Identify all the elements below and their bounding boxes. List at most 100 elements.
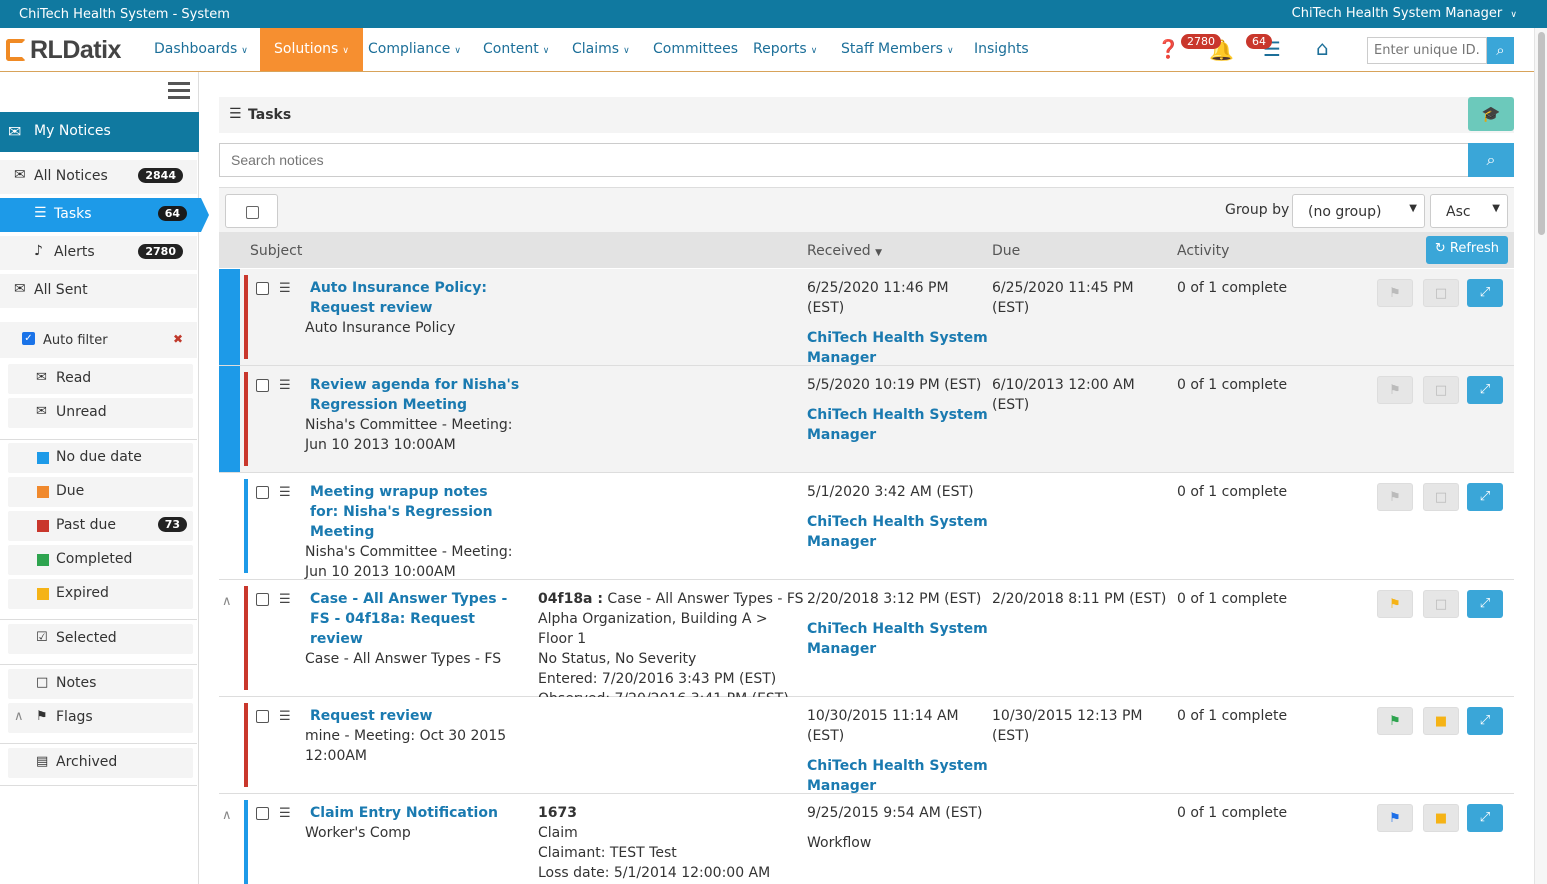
expand-button[interactable]: ⤢ bbox=[1467, 376, 1503, 404]
app-logo[interactable]: RLDatix bbox=[6, 36, 121, 65]
home-icon[interactable]: ⌂ bbox=[1316, 36, 1329, 60]
hamburger-menu-icon[interactable] bbox=[168, 82, 190, 103]
refresh-button[interactable]: ↻ Refresh bbox=[1425, 236, 1508, 264]
chevron-up-icon[interactable]: ∧ bbox=[222, 808, 232, 823]
nav-item-content[interactable]: Content ∨ bbox=[483, 28, 549, 71]
expand-button[interactable]: ⤢ bbox=[1467, 804, 1503, 832]
unique-id-search-input[interactable] bbox=[1367, 37, 1487, 64]
filter-no-due-date[interactable]: No due date bbox=[8, 443, 193, 473]
unique-id-search-button[interactable]: ⌕ bbox=[1487, 37, 1514, 64]
search-notices-input[interactable] bbox=[219, 143, 1469, 177]
column-header-activity[interactable]: Activity bbox=[1177, 243, 1229, 259]
nav-item-compliance[interactable]: Compliance ∨ bbox=[368, 28, 461, 71]
note-button[interactable]: □ bbox=[1423, 590, 1459, 618]
chevron-up-icon[interactable]: ∧ bbox=[14, 709, 24, 724]
envelope-icon: ✉ bbox=[14, 167, 26, 183]
flag-button[interactable]: ⚑ bbox=[1377, 590, 1413, 618]
nav-item-claims[interactable]: Claims ∨ bbox=[572, 28, 630, 71]
row-checkbox[interactable] bbox=[256, 593, 269, 606]
subject-link[interactable]: Claim Entry Notification bbox=[310, 803, 520, 823]
page-scrollbar[interactable] bbox=[1534, 28, 1547, 884]
sidebar-item-alerts[interactable]: ♪ Alerts 2780 bbox=[0, 236, 197, 270]
subject-link[interactable]: Meeting wrapup notes for: Nisha's Regres… bbox=[310, 482, 520, 542]
user-menu[interactable]: ChiTech Health System Manager ∨ bbox=[1292, 6, 1517, 21]
filter-selected[interactable]: ☑ Selected bbox=[8, 624, 193, 654]
row-checkbox[interactable] bbox=[256, 486, 269, 499]
auto-filter-checkbox[interactable]: ✓ bbox=[22, 332, 35, 345]
table-row[interactable]: ∧ ☰ Claim Entry Notification Worker's Comp 1… bbox=[219, 794, 1514, 884]
flag-icon: ⚑ bbox=[1389, 714, 1401, 729]
column-header-due[interactable]: Due bbox=[992, 243, 1020, 259]
table-row[interactable]: ☰ Meeting wrapup notes for: Nisha's Regre… bbox=[219, 473, 1514, 580]
filter-archived[interactable]: ▤ Archived bbox=[8, 748, 193, 778]
note-button[interactable]: □ bbox=[1423, 376, 1459, 404]
clear-filter-icon[interactable]: ✖ bbox=[173, 332, 183, 346]
filter-flags[interactable]: ∧ ⚑ Flags bbox=[8, 703, 193, 733]
column-header-received[interactable]: Received ▼ bbox=[807, 243, 882, 259]
help-icon[interactable]: ❓ bbox=[1157, 39, 1179, 60]
auto-filter-toggle[interactable]: ✓ Auto filter ✖ bbox=[0, 322, 197, 358]
subject-link[interactable]: Case - All Answer Types - FS - 04f18a: R… bbox=[310, 589, 520, 649]
sender-link[interactable]: ChiTech Health System Manager bbox=[807, 512, 989, 552]
nav-item-insights[interactable]: Insights bbox=[974, 28, 1029, 71]
scrollbar-thumb[interactable] bbox=[1538, 32, 1545, 235]
flag-button[interactable]: ⚑ bbox=[1377, 483, 1413, 511]
note-button[interactable]: □ bbox=[1423, 483, 1459, 511]
table-row[interactable]: ☰ Request review mine - Meeting: Oct 30 20… bbox=[219, 697, 1514, 794]
search-notices-button[interactable]: ⌕ bbox=[1468, 143, 1514, 177]
task-list-icon: ☰ bbox=[279, 378, 291, 393]
checkbox-checked-icon: ☑ bbox=[36, 630, 48, 645]
nav-item-staff-members[interactable]: Staff Members ∨ bbox=[841, 28, 954, 71]
task-list-icon: ☰ bbox=[279, 709, 291, 724]
table-row[interactable]: ☰ Auto Insurance Policy: Request review Au… bbox=[219, 269, 1514, 366]
chevron-up-icon[interactable]: ∧ bbox=[222, 594, 232, 609]
row-checkbox[interactable] bbox=[256, 710, 269, 723]
sidebar-item-all-notices[interactable]: ✉ All Notices 2844 bbox=[0, 160, 197, 194]
nav-item-committees[interactable]: Committees bbox=[653, 28, 738, 71]
nav-item-dashboards[interactable]: Dashboards ∨ bbox=[154, 28, 248, 71]
flag-button[interactable]: ⚑ bbox=[1377, 707, 1413, 735]
flag-icon: ⚑ bbox=[1389, 811, 1401, 826]
nav-item-solutions[interactable]: Solutions ∨ bbox=[260, 28, 363, 71]
subject-link[interactable]: Review agenda for Nisha's Regression Mee… bbox=[310, 375, 520, 415]
sender-link: Workflow bbox=[807, 835, 872, 851]
expand-button[interactable]: ⤢ bbox=[1467, 707, 1503, 735]
sender-link[interactable]: ChiTech Health System Manager bbox=[807, 619, 989, 659]
flag-button[interactable]: ⚑ bbox=[1377, 279, 1413, 307]
training-button[interactable]: 🎓 bbox=[1468, 97, 1514, 131]
column-header-subject[interactable]: Subject bbox=[250, 243, 302, 259]
nav-item-reports[interactable]: Reports ∨ bbox=[753, 28, 817, 71]
group-by-label: Group by bbox=[1225, 202, 1290, 218]
row-checkbox[interactable] bbox=[256, 379, 269, 392]
expand-button[interactable]: ⤢ bbox=[1467, 279, 1503, 307]
sort-order-select[interactable]: Asc ▼ bbox=[1430, 194, 1508, 228]
subject-link[interactable]: Auto Insurance Policy: Request review bbox=[310, 278, 520, 318]
row-checkbox[interactable] bbox=[256, 282, 269, 295]
filter-notes[interactable]: □ Notes bbox=[8, 669, 193, 699]
sidebar-item-all-sent[interactable]: ✉ All Sent bbox=[0, 274, 197, 308]
filter-unread[interactable]: ✉ Unread bbox=[8, 398, 193, 428]
select-all-checkbox[interactable] bbox=[225, 194, 278, 228]
expand-button[interactable]: ⤢ bbox=[1467, 590, 1503, 618]
subject-link[interactable]: Request review bbox=[310, 706, 520, 726]
filter-expired[interactable]: Expired bbox=[8, 579, 193, 609]
sidebar-header-my-notices[interactable]: ✉ My Notices bbox=[0, 112, 199, 152]
sidebar-item-tasks[interactable]: ☰ Tasks 64 bbox=[0, 198, 209, 232]
sender-link[interactable]: ChiTech Health System Manager bbox=[807, 328, 989, 368]
table-row[interactable]: ☰ Review agenda for Nisha's Regression Me… bbox=[219, 366, 1514, 473]
note-button[interactable]: ■ bbox=[1423, 707, 1459, 735]
filter-read[interactable]: ✉ Read bbox=[8, 364, 193, 394]
filter-completed[interactable]: Completed bbox=[8, 545, 193, 575]
flag-button[interactable]: ⚑ bbox=[1377, 804, 1413, 832]
expand-button[interactable]: ⤢ bbox=[1467, 483, 1503, 511]
note-button[interactable]: ■ bbox=[1423, 804, 1459, 832]
sender-link[interactable]: ChiTech Health System Manager bbox=[807, 405, 989, 445]
filter-past-due[interactable]: Past due 73 bbox=[8, 511, 193, 541]
group-by-select[interactable]: (no group) ▼ bbox=[1292, 194, 1425, 228]
note-button[interactable]: □ bbox=[1423, 279, 1459, 307]
row-checkbox[interactable] bbox=[256, 807, 269, 820]
table-row[interactable]: ∧ ☰ Case - All Answer Types - FS - 04f18a:… bbox=[219, 580, 1514, 707]
filter-due[interactable]: Due bbox=[8, 477, 193, 507]
sender-link[interactable]: ChiTech Health System Manager bbox=[807, 756, 989, 796]
flag-button[interactable]: ⚑ bbox=[1377, 376, 1413, 404]
